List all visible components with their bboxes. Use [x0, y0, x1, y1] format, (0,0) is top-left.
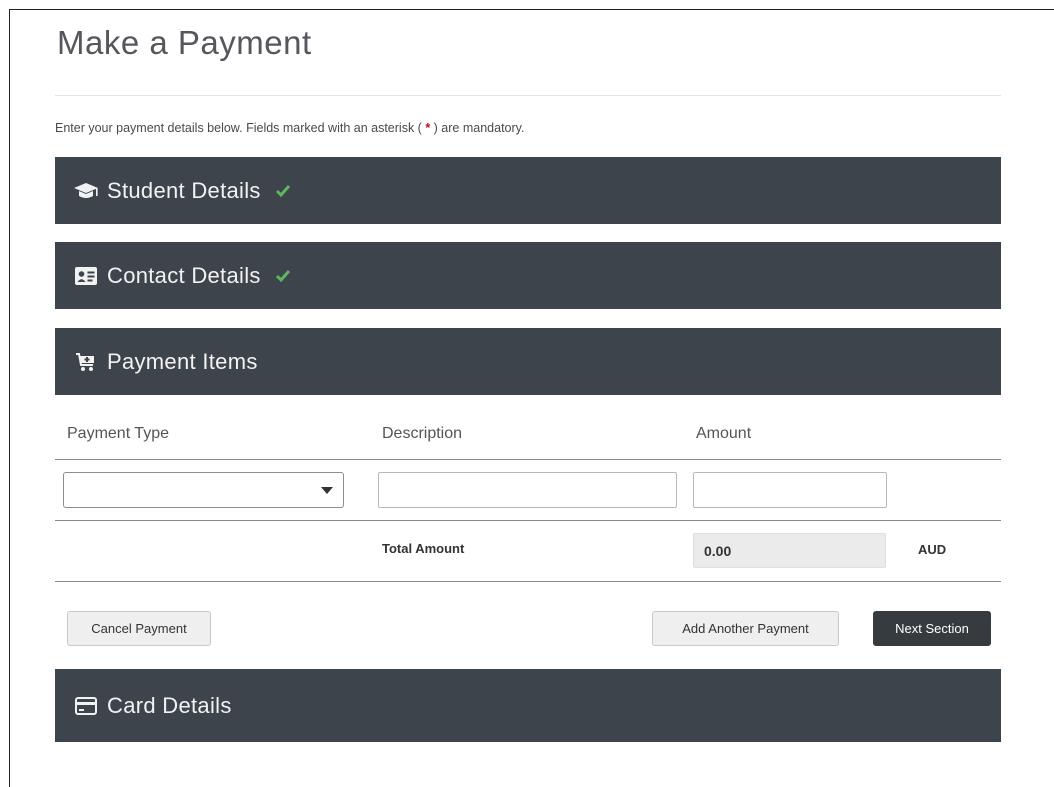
currency-label: AUD	[918, 542, 947, 557]
graduation-cap-icon	[73, 180, 99, 202]
checkmark-icon	[275, 184, 291, 198]
column-header-amount: Amount	[696, 425, 752, 442]
section-title: Payment Items	[107, 348, 258, 374]
cancel-payment-button[interactable]: Cancel Payment	[67, 611, 211, 646]
total-amount-label: Total Amount	[382, 541, 465, 556]
mandatory-asterisk: *	[425, 121, 431, 135]
intro-text-start: Enter your payment details below. Fields…	[55, 121, 422, 135]
intro-text: Enter your payment details below. Fields…	[55, 121, 524, 135]
cart-add-icon	[73, 351, 99, 373]
checkmark-icon	[275, 269, 291, 283]
add-another-payment-button[interactable]: Add Another Payment	[652, 611, 839, 646]
page-title: Make a Payment	[57, 24, 312, 61]
row-divider	[55, 520, 1001, 521]
section-contact-details[interactable]: Contact Details	[55, 242, 1001, 309]
section-student-details[interactable]: Student Details	[55, 157, 1001, 224]
next-section-button[interactable]: Next Section	[873, 611, 991, 646]
credit-card-icon	[73, 695, 99, 717]
total-amount-field: 0.00	[693, 533, 886, 568]
section-title: Student Details	[107, 177, 261, 203]
header-divider	[55, 459, 1001, 460]
caret-down-icon	[321, 487, 333, 494]
title-divider	[55, 95, 1001, 96]
total-amount-value: 0.00	[704, 543, 732, 559]
section-title: Contact Details	[107, 262, 261, 288]
payment-type-select[interactable]	[63, 472, 344, 508]
column-header-description: Description	[382, 425, 463, 442]
contact-card-icon	[73, 265, 99, 287]
section-title: Card Details	[107, 692, 232, 718]
total-divider	[55, 581, 1001, 582]
column-header-payment-type: Payment Type	[67, 425, 169, 442]
amount-input[interactable]	[693, 472, 887, 508]
section-card-details[interactable]: Card Details	[55, 669, 1001, 742]
section-payment-items[interactable]: Payment Items	[55, 328, 1001, 395]
description-input[interactable]	[378, 472, 677, 508]
intro-text-end: ) are mandatory.	[433, 121, 525, 135]
